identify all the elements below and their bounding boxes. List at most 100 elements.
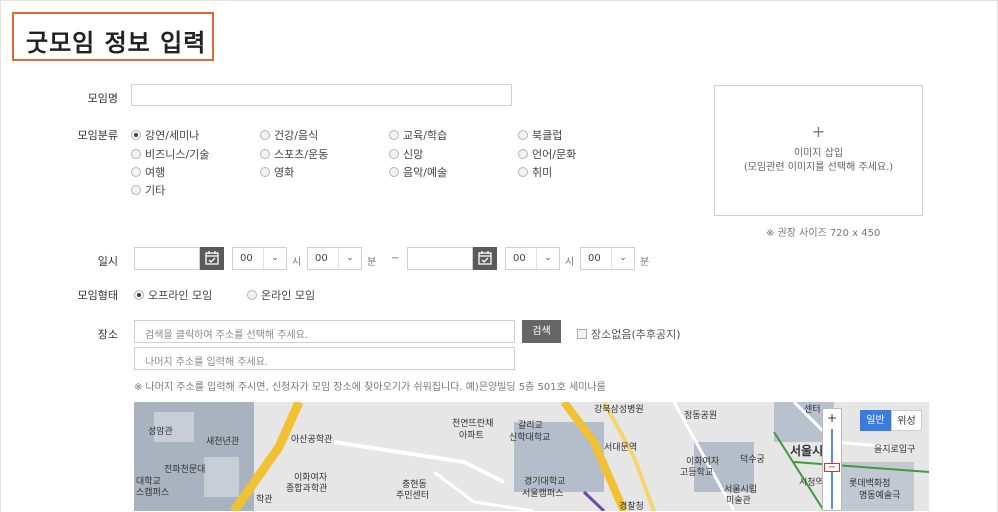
start-hour-select[interactable]: 00 ⌄ bbox=[232, 247, 287, 270]
category-radio[interactable]: 취미 bbox=[518, 164, 552, 180]
radio-dot bbox=[131, 185, 141, 195]
address-detail-input[interactable]: 나머지 주소를 입력해 주세요. bbox=[134, 347, 515, 370]
map-label: 정동공원 bbox=[684, 411, 718, 421]
name-label: 모임명 bbox=[87, 92, 118, 105]
page-title: 굿모임 정보 입력 bbox=[26, 29, 207, 57]
category-radio-label: 건강/음식 bbox=[274, 129, 319, 142]
checkbox-box bbox=[577, 329, 587, 339]
radio-offline-label: 오프라인 모임 bbox=[148, 289, 213, 302]
map-view[interactable]: 성암관 새천년관 아산공학관 전파천문대 대학교 스캠퍼스 이화여자 종합과학관 학관 천연뜨란채… bbox=[134, 402, 929, 511]
category-radio[interactable]: 여행 bbox=[131, 164, 165, 180]
map-label: 서울시 bbox=[790, 444, 824, 458]
category-radio-label: 음악/예술 bbox=[403, 166, 448, 179]
image-size-note: ※ 권장 사이즈 720 x 450 bbox=[766, 228, 881, 239]
map-label: 센터 bbox=[804, 405, 821, 415]
search-button[interactable]: 검색 bbox=[522, 320, 561, 343]
zoom-handle[interactable]: − bbox=[824, 463, 840, 473]
no-place-checkbox[interactable]: 장소없음(추후공지) bbox=[577, 326, 681, 342]
category-radio-label: 언어/문화 bbox=[532, 148, 577, 161]
datetime-label: 일시 bbox=[97, 255, 118, 268]
end-hour-select[interactable]: 00 ⌄ bbox=[505, 247, 560, 270]
map-label: 아산공학관 bbox=[291, 435, 333, 445]
minute-unit: 분 bbox=[367, 257, 377, 268]
map-label: 덕수궁 bbox=[740, 455, 765, 465]
start-calendar-button[interactable] bbox=[200, 247, 224, 270]
calendar-icon bbox=[205, 251, 219, 265]
address-search-placeholder: 검색을 클릭하여 주소를 선택해 주세요. bbox=[145, 330, 309, 341]
map-label: 주민센터 bbox=[396, 491, 430, 501]
map-label: 서대문역 bbox=[604, 443, 638, 453]
map-label: 성암관 bbox=[148, 427, 173, 437]
category-label: 모임분류 bbox=[77, 129, 118, 142]
meeting-name-input[interactable] bbox=[131, 84, 512, 106]
radio-dot bbox=[389, 149, 399, 159]
zoom-control: + − bbox=[822, 408, 842, 511]
end-minute-select[interactable]: 00 ⌄ bbox=[580, 247, 635, 270]
start-minute-select[interactable]: 00 ⌄ bbox=[307, 247, 362, 270]
map-label: 스캠퍼스 bbox=[136, 488, 170, 498]
radio-dot bbox=[134, 290, 144, 300]
category-radio[interactable]: 스포츠/운동 bbox=[260, 146, 328, 162]
start-minute-value: 00 bbox=[315, 253, 328, 264]
category-radio-label: 북클럽 bbox=[532, 129, 563, 142]
category-radio-label: 취미 bbox=[532, 166, 553, 179]
hour-unit: 시 bbox=[292, 257, 302, 268]
end-hour-value: 00 bbox=[513, 253, 526, 264]
category-radio[interactable]: 북클럽 bbox=[518, 127, 562, 143]
end-date-input[interactable] bbox=[407, 247, 473, 270]
page-title-box: 굿모임 정보 입력 bbox=[12, 12, 214, 61]
category-radio[interactable]: 영화 bbox=[260, 164, 294, 180]
map-label: 새천년관 bbox=[206, 437, 240, 447]
radio-dot bbox=[389, 130, 399, 140]
category-radio-label: 강연/세미나 bbox=[145, 129, 200, 142]
category-radio[interactable]: 건강/음식 bbox=[260, 127, 318, 143]
category-radio[interactable]: 교육/학습 bbox=[389, 127, 447, 143]
minute-unit: 분 bbox=[640, 257, 650, 268]
category-radio[interactable]: 강연/세미나 bbox=[131, 127, 199, 143]
radio-dot bbox=[131, 167, 141, 177]
chevron-down-icon: ⌄ bbox=[611, 248, 634, 269]
type-label: 모임형태 bbox=[77, 289, 118, 302]
radio-dot bbox=[260, 149, 270, 159]
hour-unit: 시 bbox=[565, 257, 575, 268]
address-hint: ※ 나머지 주소를 입력해 주시면, 신청자가 모임 장소에 찾아오기가 쉬워집… bbox=[134, 382, 606, 393]
category-radio[interactable]: 비즈니스/기술 bbox=[131, 146, 209, 162]
map-label: 아파트 bbox=[459, 431, 484, 441]
map-type-satellite-button[interactable]: 위성 bbox=[891, 410, 922, 431]
category-radio-label: 영화 bbox=[274, 166, 295, 179]
radio-dot bbox=[131, 130, 141, 140]
chevron-down-icon: ⌄ bbox=[263, 248, 286, 269]
category-radio[interactable]: 신앙 bbox=[389, 146, 423, 162]
address-detail-placeholder: 나머지 주소를 입력해 주세요. bbox=[145, 357, 269, 368]
radio-dot bbox=[518, 130, 528, 140]
plus-icon: + bbox=[811, 122, 826, 141]
zoom-in-button[interactable]: + bbox=[823, 409, 841, 427]
end-calendar-button[interactable] bbox=[473, 247, 497, 270]
category-radio[interactable]: 언어/문화 bbox=[518, 146, 576, 162]
radio-online[interactable]: 온라인 모임 bbox=[247, 287, 315, 303]
radio-offline[interactable]: 오프라인 모임 bbox=[134, 287, 212, 303]
map-label: 신학대학교 bbox=[509, 433, 551, 443]
image-insert-hint: (모임관련 이미지를 선택해 주세요.) bbox=[743, 162, 894, 173]
category-radio-label: 여행 bbox=[145, 166, 166, 179]
category-radio-label: 스포츠/운동 bbox=[274, 148, 329, 161]
category-radio-label: 기타 bbox=[145, 184, 166, 197]
image-insert-box[interactable]: + 이미지 삽입 (모임관련 이미지를 선택해 주세요.) bbox=[714, 85, 923, 216]
end-minute-value: 00 bbox=[588, 253, 601, 264]
radio-dot bbox=[389, 167, 399, 177]
map-label: 전파천문대 bbox=[164, 465, 206, 475]
category-radio-label: 교육/학습 bbox=[403, 129, 448, 142]
address-search-input[interactable]: 검색을 클릭하여 주소를 선택해 주세요. bbox=[134, 320, 515, 343]
map-label: 미술관 bbox=[726, 496, 751, 506]
place-label: 장소 bbox=[97, 328, 118, 341]
category-radio[interactable]: 기타 bbox=[131, 182, 165, 198]
radio-dot bbox=[260, 167, 270, 177]
map-label: 경찰청 bbox=[619, 502, 644, 511]
category-radio-label: 신앙 bbox=[403, 148, 424, 161]
map-label: 강북삼성병원 bbox=[594, 405, 644, 415]
category-radio-label: 비즈니스/기술 bbox=[145, 148, 210, 161]
start-date-input[interactable] bbox=[134, 247, 200, 270]
map-type-normal-button[interactable]: 일반 bbox=[860, 410, 891, 431]
map-label: 서울캠퍼스 bbox=[522, 489, 564, 499]
category-radio[interactable]: 음악/예술 bbox=[389, 164, 447, 180]
